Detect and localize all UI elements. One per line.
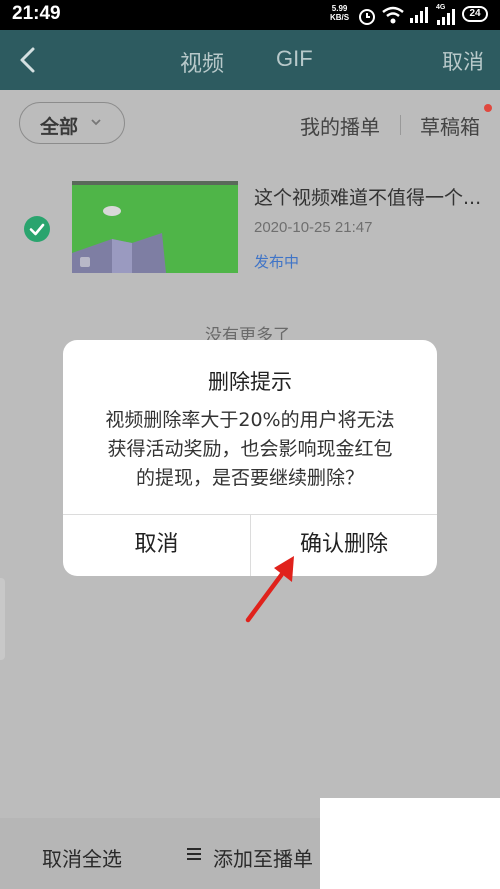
deselect-all-button[interactable]: 取消全选 (42, 843, 122, 872)
notification-badge (484, 104, 492, 112)
dialog-message-line: 获得活动奖励，也会影响现金红包 (107, 438, 393, 460)
tab-video[interactable]: 视频 (180, 46, 224, 78)
top-nav: 视频 GIF 取消 (0, 30, 500, 90)
dialog-message: 视频删除率大于20%的用户将无法 获得活动奖励，也会影响现金红包 的提现，是否要… (93, 406, 407, 493)
side-handle[interactable] (0, 578, 5, 660)
tab-gif[interactable]: GIF (276, 46, 313, 72)
checkbox-checked-icon[interactable] (24, 216, 50, 242)
network-speed: 5.99 KB/S (330, 4, 349, 22)
delete-dialog: 删除提示 视频删除率大于20%的用户将无法 获得活动奖励，也会影响现金红包 的提… (63, 340, 437, 576)
divider (400, 115, 401, 135)
drafts-link[interactable]: 草稿箱 (420, 111, 480, 140)
wifi-icon (382, 6, 404, 24)
video-status: 发布中 (254, 253, 300, 271)
filter-selected: 全部 (40, 116, 79, 138)
my-playlist-link[interactable]: 我的播单 (300, 111, 380, 140)
dialog-title: 删除提示 (208, 370, 292, 394)
video-title: 这个视频难道不值得一个... (254, 187, 482, 209)
filter-dropdown[interactable]: 全部 (19, 102, 125, 144)
alarm-icon (359, 9, 375, 25)
clock: 21:49 (12, 3, 61, 24)
cancel-button[interactable]: 取消 (442, 46, 484, 76)
video-date: 2020-10-25 21:47 (254, 219, 373, 236)
signal-icon-2 (437, 9, 455, 25)
dialog-message-line: 的提现，是否要继续删除？ (135, 467, 364, 489)
chevron-down-icon (91, 119, 101, 126)
list-menu-icon (187, 848, 201, 860)
speed-unit: KB/S (330, 13, 350, 22)
status-bar: 21:49 5.99 KB/S 4G 24 (0, 0, 500, 30)
speed-value: 5.99 (331, 4, 348, 13)
dialog-message-line: 视频删除率大于20%的用户将无法 (105, 409, 395, 431)
signal-icon (410, 7, 428, 23)
add-to-playlist-button[interactable]: 添加至播单 (213, 843, 313, 872)
back-icon[interactable] (16, 46, 40, 74)
blank-overlay (320, 798, 500, 889)
dialog-cancel-button[interactable]: 取消 (63, 514, 250, 576)
battery-icon: 24 (462, 6, 488, 22)
video-thumbnail[interactable] (72, 181, 238, 273)
annotation-arrow-icon (245, 556, 294, 623)
